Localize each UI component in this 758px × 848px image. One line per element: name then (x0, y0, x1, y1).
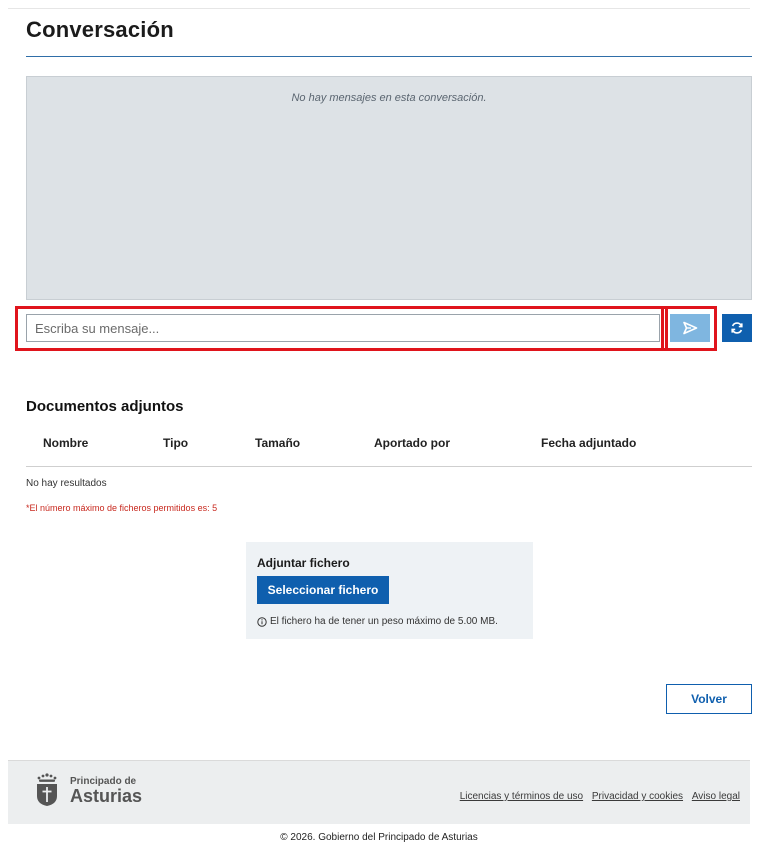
footer-links: Licencias y términos de uso Privacidad y… (454, 791, 740, 802)
upload-panel: Adjuntar fichero Seleccionar fichero El … (246, 542, 533, 639)
back-button[interactable]: Volver (666, 684, 752, 714)
attachments-title: Documentos adjuntos (26, 398, 184, 415)
logo-text-big: Asturias (70, 785, 143, 806)
top-divider (8, 8, 750, 9)
max-files-note: *El número máximo de ficheros permitidos… (26, 503, 218, 513)
refresh-icon (730, 321, 744, 335)
asturias-crest-icon (34, 773, 60, 807)
chat-empty-text: No hay mensajes en esta conversación. (291, 92, 487, 104)
footer: Principado de Asturias Licencias y térmi… (8, 760, 750, 824)
no-results-text: No hay resultados (26, 478, 107, 489)
attachments-table-header: Nombre Tipo Tamaño Aportado por Fecha ad… (26, 436, 752, 467)
column-header-provided-by[interactable]: Aportado por (374, 436, 450, 450)
info-icon (257, 616, 267, 627)
upload-label: Adjuntar fichero (257, 556, 350, 570)
column-header-name[interactable]: Nombre (43, 436, 88, 450)
size-note-text: El fichero ha de tener un peso máximo de… (270, 616, 498, 627)
title-divider (26, 56, 752, 57)
footer-link-legal[interactable]: Aviso legal (692, 791, 740, 802)
size-note: El fichero ha de tener un peso máximo de… (257, 616, 498, 627)
asturias-logo[interactable]: Principado de Asturias (34, 773, 142, 807)
chat-messages-area[interactable]: No hay mensajes en esta conversación. (26, 76, 752, 300)
column-header-type[interactable]: Tipo (163, 436, 188, 450)
copyright-text: © 2026. Gobierno del Principado de Astur… (280, 832, 478, 843)
send-highlight-box (661, 306, 717, 351)
page: Conversación No hay mensajes en esta con… (0, 0, 758, 848)
logo-text-small: Principado de (70, 775, 137, 787)
refresh-button[interactable] (722, 314, 752, 342)
footer-link-privacy[interactable]: Privacidad y cookies (592, 791, 683, 802)
page-title: Conversación (26, 17, 174, 42)
input-highlight-box (15, 306, 668, 351)
footer-link-licenses[interactable]: Licencias y términos de uso (460, 791, 583, 802)
column-header-date[interactable]: Fecha adjuntado (541, 436, 636, 450)
select-file-button[interactable]: Seleccionar fichero (257, 576, 389, 604)
column-header-size[interactable]: Tamaño (255, 436, 300, 450)
